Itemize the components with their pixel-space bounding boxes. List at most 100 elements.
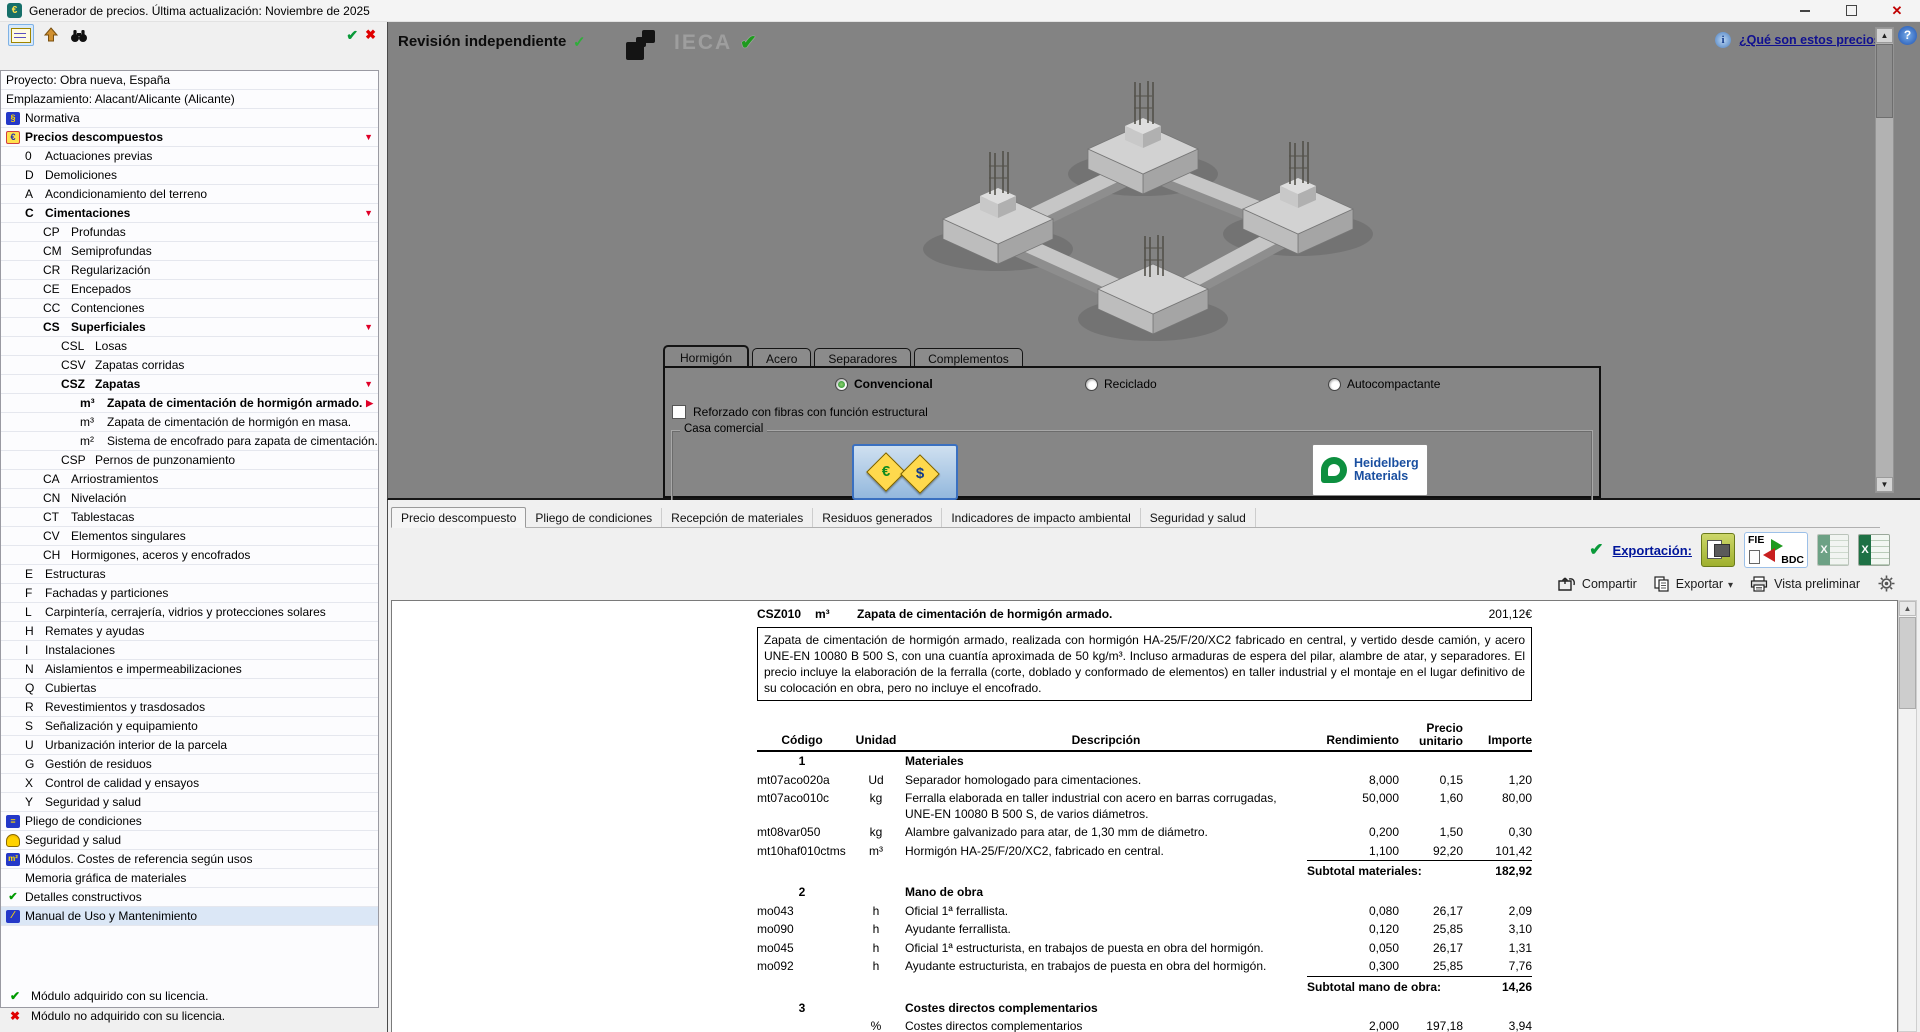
tree-item-label: Semiprofundas — [71, 244, 152, 258]
document-tab[interactable]: Seguridad y salud — [1141, 508, 1256, 527]
tree-item[interactable]: Y Seguridad y salud — [1, 793, 378, 812]
tree-item[interactable]: Emplazamiento: Alacant/Alicante (Alicant… — [1, 90, 378, 109]
tree-item[interactable]: CP Profundas — [1, 223, 378, 242]
tree-item[interactable]: CR Regularización — [1, 261, 378, 280]
help-button[interactable]: ? — [1898, 26, 1917, 45]
tree-item[interactable]: CN Nivelación — [1, 489, 378, 508]
share-button[interactable]: Compartir — [1558, 576, 1637, 591]
tree-item[interactable]: CC Contenciones — [1, 299, 378, 318]
section-header-row: 3 Costes directos complementarios — [798, 1000, 1098, 1015]
export-csv-button[interactable]: X — [1817, 533, 1849, 567]
tree-item[interactable]: U Urbanización interior de la parcela — [1, 736, 378, 755]
tree-item[interactable]: Pliego de condiciones — [1, 812, 378, 831]
document-tab[interactable]: Indicadores de impacto ambiental — [942, 508, 1141, 527]
scrollbar-thumb[interactable] — [1876, 44, 1893, 118]
tree-item[interactable]: Seguridad y salud — [1, 831, 378, 850]
cancel-button[interactable] — [365, 27, 376, 43]
tree-item-label: Elementos singulares — [71, 529, 186, 543]
table-row: mt07aco020a Ud Separador homologado para… — [757, 772, 1532, 787]
tree-item[interactable]: I Instalaciones — [1, 641, 378, 660]
tree-item[interactable]: Manual de Uso y Mantenimiento — [1, 907, 378, 926]
scrollbar-thumb[interactable] — [1899, 617, 1916, 709]
tree-item[interactable]: CSL Losas — [1, 337, 378, 356]
maximize-button[interactable] — [1828, 0, 1874, 21]
tree-item[interactable]: E Estructuras — [1, 565, 378, 584]
checkbox-label: Reforzado con fibras con función estruct… — [693, 405, 928, 419]
document-tab[interactable]: Residuos generados — [813, 508, 943, 527]
concrete-type-radio[interactable]: Autocompactante — [1328, 377, 1440, 391]
tree-item[interactable]: CSV Zapatas corridas — [1, 356, 378, 375]
tree-item[interactable]: C Cimentaciones ▼ — [1, 204, 378, 223]
breakdown-table: Código Unidad Descripción Rendimiento Pr… — [757, 722, 1532, 1032]
search-button[interactable] — [68, 25, 90, 45]
tree-item[interactable]: m³ Zapata de cimentación de hormigón en … — [1, 413, 378, 432]
tree-item[interactable]: L Carpintería, cerrajería, vidrios y pro… — [1, 603, 378, 622]
tree-item[interactable]: CA Arriostramientos — [1, 470, 378, 489]
document-tab[interactable]: Pliego de condiciones — [526, 508, 663, 527]
tree-item[interactable]: H Remates y ayudas — [1, 622, 378, 641]
tree-item[interactable]: m² Sistema de encofrado para zapata de c… — [1, 432, 378, 451]
tree-item[interactable]: CT Tablestacas — [1, 508, 378, 527]
export-rtf-button[interactable] — [1701, 533, 1735, 567]
tree-item[interactable]: N Aislamientos e impermeabilizaciones — [1, 660, 378, 679]
tree-item-label: Zapata de cimentación de hormigón en mas… — [107, 415, 352, 429]
tree-item[interactable]: Detalles constructivos — [1, 888, 378, 907]
fiber-reinforced-checkbox[interactable]: Reforzado con fibras con función estruct… — [672, 405, 928, 419]
tree-item[interactable]: CSZ Zapatas ▼ — [1, 375, 378, 394]
tree-item-code: I — [25, 643, 29, 657]
tree-item[interactable]: D Demoliciones — [1, 166, 378, 185]
export-menu-button[interactable]: Exportar — [1654, 575, 1733, 592]
print-preview-button[interactable]: Vista preliminar — [1750, 575, 1860, 592]
tree-item[interactable]: Módulos. Costes de referencia según usos — [1, 850, 378, 869]
document-tab[interactable]: Precio descompuesto — [391, 507, 527, 528]
tree-item[interactable]: Memoria gráfica de materiales — [1, 869, 378, 888]
properties-button[interactable] — [8, 24, 34, 46]
tree-item[interactable]: Normativa — [1, 109, 378, 128]
document-tab[interactable]: Recepción de materiales — [662, 508, 814, 527]
accept-button[interactable] — [346, 27, 358, 44]
scroll-up-icon[interactable]: ▲ — [1899, 601, 1916, 616]
tree-item-icon — [6, 111, 20, 125]
tree-item[interactable]: CSP Pernos de punzonamiento — [1, 451, 378, 470]
concrete-type-radio[interactable]: Convencional — [835, 377, 933, 391]
tree-item-code: L — [25, 605, 32, 619]
tree-item[interactable]: F Fachadas y particiones — [1, 584, 378, 603]
tree-item[interactable]: S Señalización y equipamiento — [1, 717, 378, 736]
tree-item[interactable]: Q Cubiertas — [1, 679, 378, 698]
legend-text: Módulo no adquirido con su licencia. — [31, 1009, 226, 1023]
document-scrollbar[interactable]: ▲ — [1898, 600, 1917, 1032]
document-area: CSZ010 m³ Zapata de cimentación de hormi… — [391, 600, 1898, 1032]
tree-item[interactable]: A Acondicionamiento del terreno — [1, 185, 378, 204]
tree-item[interactable]: Proyecto: Obra nueva, España — [1, 71, 378, 90]
tree-item-code: N — [25, 662, 34, 676]
heidelberg-materials-button[interactable]: Heidelberg Materials — [1312, 444, 1428, 496]
scroll-down-icon[interactable]: ▼ — [1876, 477, 1893, 492]
tree-item[interactable]: CM Semiprofundas — [1, 242, 378, 261]
tree-item[interactable]: CE Encepados — [1, 280, 378, 299]
legend-item: Módulo adquirido con su licencia. — [8, 986, 225, 1006]
top-panel-scrollbar[interactable]: ▲ ▼ — [1875, 27, 1894, 493]
export-excel-button[interactable]: X — [1858, 533, 1890, 567]
concrete-type-radio[interactable]: Reciclado — [1085, 377, 1157, 391]
up-level-button[interactable] — [41, 25, 61, 45]
heidelberg-logo-icon — [1321, 457, 1347, 483]
settings-button[interactable] — [1877, 574, 1896, 593]
tree-item[interactable]: G Gestión de residuos — [1, 755, 378, 774]
tree-item[interactable]: R Revestimientos y trasdosados — [1, 698, 378, 717]
tree-item[interactable]: m³ Zapata de cimentación de hormigón arm… — [1, 394, 378, 413]
document-tabs: Precio descompuesto Pliego de condicione… — [391, 506, 1880, 528]
export-fiebdc-button[interactable]: FIE BDC — [1744, 532, 1808, 568]
tree-item-code: CE — [43, 282, 60, 296]
tree-item[interactable]: CS Superficiales ▼ — [1, 318, 378, 337]
close-button[interactable]: ✕ — [1874, 0, 1920, 21]
scroll-up-icon[interactable]: ▲ — [1876, 28, 1893, 43]
tree-item[interactable]: CV Elementos singulares — [1, 527, 378, 546]
tree-item[interactable]: Precios descompuestos ▼ — [1, 128, 378, 147]
tree-item[interactable]: CH Hormigones, aceros y encofrados — [1, 546, 378, 565]
minimize-button[interactable] — [1782, 0, 1828, 21]
what-prices-link[interactable]: ¿Qué son estos precios? — [1739, 33, 1888, 47]
generic-brand-button[interactable]: € $ — [852, 444, 958, 500]
tree-item[interactable]: 0 Actuaciones previas — [1, 147, 378, 166]
export-link[interactable]: Exportación: — [1613, 543, 1692, 558]
tree-item[interactable]: X Control de calidad y ensayos — [1, 774, 378, 793]
